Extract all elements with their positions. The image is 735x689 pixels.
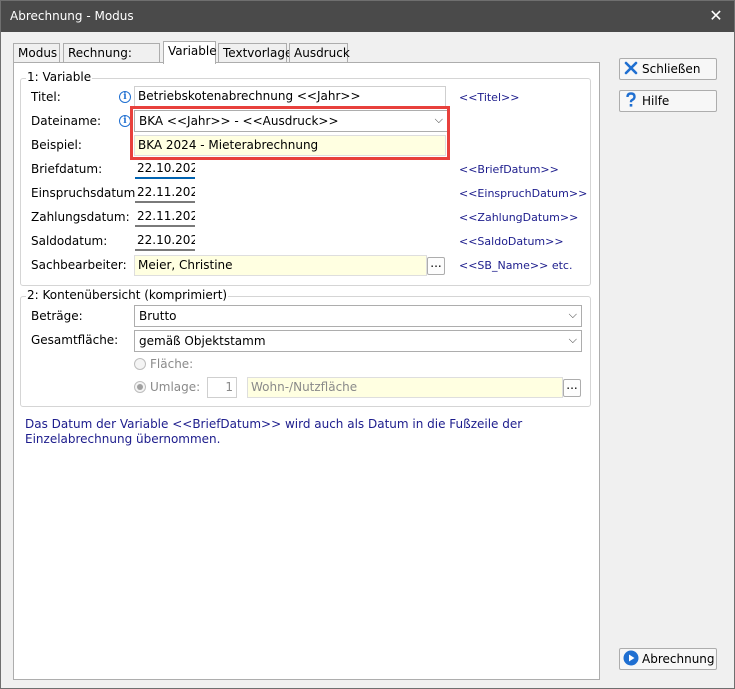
gesamtflaeche-value: gemäß Objektstamm	[139, 334, 266, 348]
flaeche-radio[interactable]	[134, 358, 146, 370]
briefdatum-label: Briefdatum:	[31, 162, 103, 176]
saldodatum-variable: <<SaldoDatum>>	[459, 235, 564, 248]
zahlungsdatum-label: Zahlungsdatum:	[31, 210, 130, 224]
flaeche-label: Fläche:	[150, 357, 194, 371]
close-button-label: Schließen	[642, 62, 701, 76]
chevron-down-icon[interactable]: ⌵	[569, 308, 577, 322]
einspruchsdatum-label: Einspruchsdatum:	[31, 186, 140, 200]
einspruchsdatum-variable: <<EinspruchDatum>>	[459, 187, 588, 200]
titel-label: Titel:	[31, 90, 61, 104]
close-icon	[624, 61, 638, 75]
umlage-radio[interactable]	[134, 381, 146, 393]
saldodatum-input[interactable]: 22.10.2025	[135, 230, 195, 251]
info-icon[interactable]: i	[119, 91, 131, 103]
gesamtflaeche-combobox[interactable]: gemäß Objektstamm ⌵	[134, 330, 582, 352]
group-kontenuebersicht-legend: 2: Kontenübersicht (komprimiert)	[26, 288, 229, 302]
betraege-label: Beträge:	[31, 309, 83, 323]
betraege-value: Brutto	[139, 309, 177, 323]
window-title: Abrechnung - Modus	[10, 9, 134, 23]
title-bar: Abrechnung - Modus ✕	[1, 1, 734, 32]
chevron-down-icon[interactable]: ⌵	[569, 333, 577, 347]
highlight-box	[130, 106, 450, 160]
abrechnung-button[interactable]: Abrechnung	[619, 648, 717, 670]
briefdatum-input[interactable]: 22.10.2025	[135, 158, 195, 179]
tab-modus[interactable]: Modus	[13, 43, 60, 63]
titel-variable: <<Titel>>	[459, 91, 520, 104]
dateiname-label: Dateiname:	[31, 114, 102, 128]
umlage-field: Wohn-/Nutzfläche	[247, 377, 563, 398]
help-button-label: Hilfe	[642, 94, 670, 108]
info-note: Das Datum der Variable <<BriefDatum>> wi…	[25, 417, 523, 446]
betraege-combobox[interactable]: Brutto ⌵	[134, 305, 582, 327]
abrechnung-button-label: Abrechnung	[642, 652, 715, 666]
umlage-browse-button[interactable]: ...	[563, 379, 581, 397]
briefdatum-variable: <<BriefDatum>>	[459, 163, 559, 176]
sachbearbeiter-browse-button[interactable]: ...	[427, 257, 445, 275]
beispiel-label: Beispiel:	[31, 138, 82, 152]
sachbearbeiter-variable: <<SB_Name>> etc.	[459, 259, 573, 272]
play-icon	[623, 650, 639, 666]
tab-textvorlage[interactable]: Textvorlage	[218, 43, 292, 63]
close-button[interactable]: Schließen	[619, 58, 717, 80]
umlage-number-input[interactable]: 1	[207, 377, 237, 398]
dialog-window: Abrechnung - Modus ✕ Modus Rechnung: kei…	[0, 0, 735, 689]
question-icon	[626, 92, 636, 107]
tab-rechnung[interactable]: Rechnung: keine	[63, 43, 160, 78]
zahlungsdatum-variable: <<ZahlungDatum>>	[459, 211, 579, 224]
einspruchsdatum-input[interactable]: 22.11.2025	[135, 182, 195, 203]
tab-ausdruck[interactable]: Ausdruck	[289, 43, 350, 63]
help-button[interactable]: Hilfe	[619, 90, 717, 112]
sachbearbeiter-label: Sachbearbeiter:	[31, 258, 127, 272]
group-variable-legend: 1: Variable	[26, 70, 93, 84]
close-window-icon[interactable]: ✕	[704, 4, 728, 28]
saldodatum-label: Saldodatum:	[31, 234, 108, 248]
titel-input[interactable]: Betriebskotenabrechnung <<Jahr>>	[134, 86, 446, 107]
tab-variable[interactable]: Variable	[163, 41, 217, 64]
zahlungsdatum-input[interactable]: 22.11.2025	[135, 206, 195, 227]
gesamtflaeche-label: Gesamtfläche:	[31, 333, 119, 347]
umlage-label: Umlage:	[150, 380, 201, 394]
sachbearbeiter-field: Meier, Christine	[134, 255, 427, 276]
